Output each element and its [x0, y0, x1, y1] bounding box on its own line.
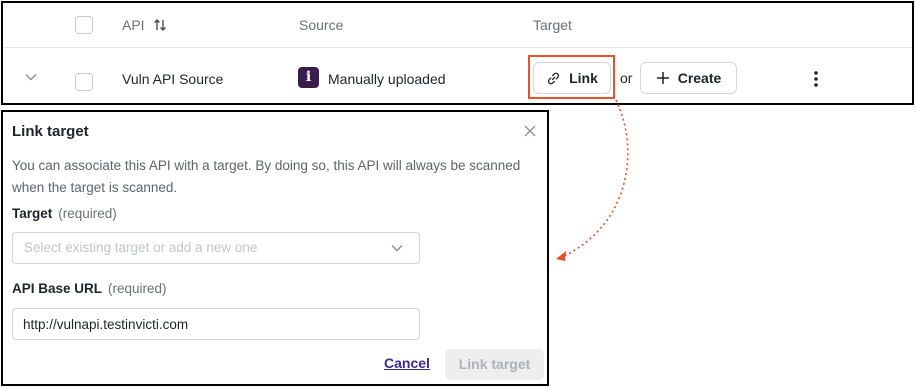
kebab-menu-icon[interactable]	[806, 69, 826, 89]
source-label: Manually uploaded	[328, 71, 446, 87]
create-button-label: Create	[677, 70, 722, 86]
plus-icon	[656, 72, 669, 84]
target-required: (required)	[58, 206, 117, 221]
column-header-api-label: API	[122, 17, 145, 33]
create-button[interactable]: Create	[640, 62, 737, 94]
column-header-api[interactable]: API	[122, 17, 167, 33]
api-table: API Source Target Vuln API Source i Manu…	[1, 1, 914, 105]
close-icon[interactable]	[524, 125, 536, 137]
source-icon: i	[298, 67, 319, 88]
target-label: Target	[12, 206, 53, 221]
api-name: Vuln API Source	[122, 71, 224, 87]
link-button-label: Link	[569, 70, 598, 86]
cancel-button[interactable]: Cancel	[384, 355, 430, 371]
select-all-checkbox[interactable]	[75, 16, 93, 34]
column-header-source: Source	[299, 17, 344, 33]
column-header-target: Target	[533, 17, 572, 33]
link-target-button[interactable]: Link target	[445, 349, 544, 380]
panel-description: You can associate this API with a target…	[12, 158, 521, 195]
table-header: API Source Target	[3, 3, 912, 48]
row-checkbox[interactable]	[75, 73, 93, 91]
target-select[interactable]: Select existing target or add a new one	[12, 232, 420, 264]
chevron-down-icon	[391, 245, 403, 252]
table-row: Vuln API Source i Manually uploaded	[3, 49, 912, 105]
link-icon	[548, 72, 560, 84]
url-label: API Base URL	[12, 281, 103, 296]
api-base-url-input[interactable]	[12, 308, 420, 340]
chevron-down-icon[interactable]	[25, 73, 37, 81]
url-required: (required)	[108, 281, 167, 296]
link-target-panel: Link target You can associate this API w…	[1, 110, 549, 386]
target-field-label: Target (required)	[12, 206, 117, 221]
sort-icon[interactable]	[153, 18, 167, 32]
target-select-placeholder: Select existing target or add a new one	[24, 240, 258, 255]
or-text: or	[620, 70, 633, 86]
link-button[interactable]: Link	[533, 62, 611, 94]
panel-title: Link target	[12, 123, 89, 140]
url-field-label: API Base URL (required)	[12, 281, 167, 296]
